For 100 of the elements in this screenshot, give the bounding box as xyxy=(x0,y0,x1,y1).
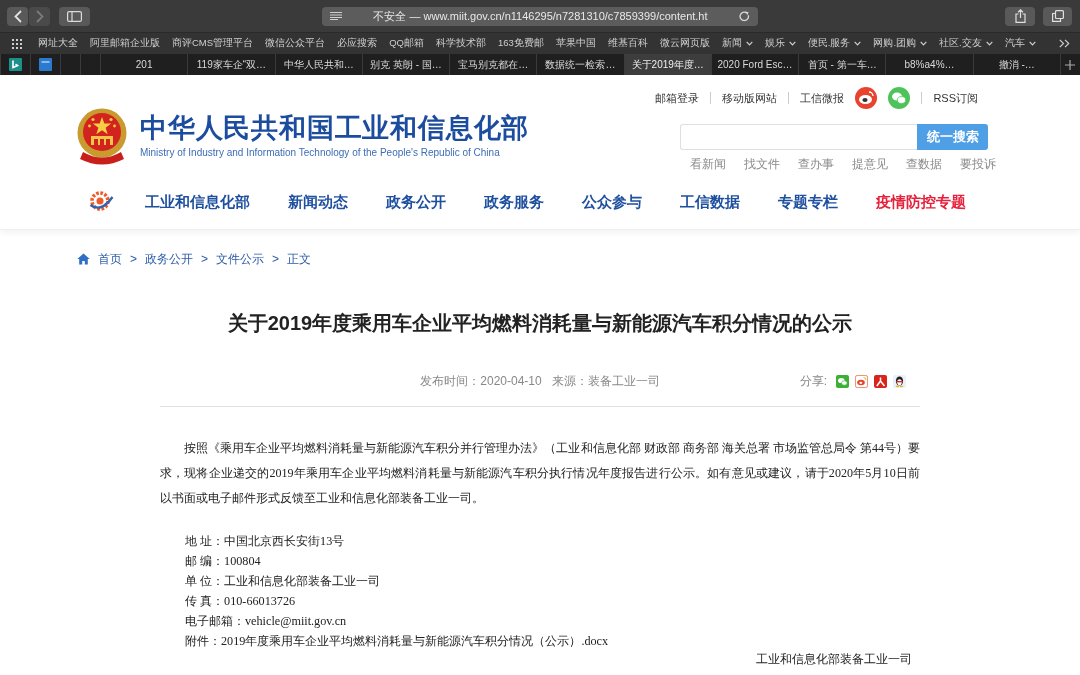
address-text: 不安全 — www.miit.gov.cn/n1146295/n7281310/c7859399/content.ht xyxy=(372,8,709,24)
contact-value: 工业和信息化部装备工业一司 xyxy=(224,574,381,588)
browser-tab[interactable]: b8%a4%… xyxy=(885,54,973,75)
stripe-tile-icon xyxy=(39,58,52,71)
site-title: 中华人民共和国工业和信息化部 xyxy=(140,112,530,144)
person-stroke-icon[interactable] xyxy=(874,374,887,388)
bookmark-link[interactable]: QQ邮箱 xyxy=(389,37,424,50)
nav-link[interactable]: 政务服务 xyxy=(484,192,544,212)
contact-label: 传 真： xyxy=(185,594,225,608)
bookmark-link[interactable]: 微云网页版 xyxy=(659,37,710,50)
sidebar-button[interactable] xyxy=(59,6,90,26)
browser-tab[interactable]: 119家车企“双… xyxy=(187,54,275,75)
browser-tab[interactable]: 首页 - 第一车… xyxy=(798,54,886,75)
apps-grid-icon[interactable] xyxy=(12,38,22,49)
quick-link[interactable]: 看新闻 xyxy=(690,156,726,173)
browser-tab[interactable]: 宝马别克都在… xyxy=(449,54,537,75)
bookmark-link[interactable]: 必应搜索 xyxy=(337,37,378,50)
quick-link[interactable]: 要投诉 xyxy=(960,156,996,173)
header-link[interactable]: 工信微报 xyxy=(788,92,845,104)
header-link[interactable]: RSS订阅 xyxy=(921,92,978,104)
chevron-down-icon xyxy=(920,41,928,46)
header-link[interactable]: 邮箱登录 xyxy=(655,92,700,104)
header-link[interactable]: 移动版网站 xyxy=(710,92,778,104)
quick-link[interactable]: 查数据 xyxy=(906,156,942,173)
nav-link[interactable]: 政务公开 xyxy=(386,192,446,212)
contact-value: 010-66013726 xyxy=(224,594,296,608)
home-icon[interactable] xyxy=(77,253,90,265)
breadcrumb-separator: > xyxy=(201,252,209,266)
nav-link[interactable]: 疫情防控专题 xyxy=(876,192,966,212)
browser-tab[interactable]: 中华人民共和… xyxy=(274,54,362,75)
browser-tab[interactable]: 2020 Ford Esc… xyxy=(710,54,799,75)
site-subtitle: Ministry of Industry and Information Technology of the People's Republic of China xyxy=(140,147,501,158)
back-icon xyxy=(13,9,22,23)
share-label: 分享: xyxy=(799,372,827,390)
microblog-icon[interactable] xyxy=(855,87,878,109)
penguin-icon[interactable] xyxy=(893,374,906,388)
microblog-icon[interactable] xyxy=(855,374,868,388)
breadcrumb-separator: > xyxy=(272,252,280,266)
bookmark-link[interactable]: 商评CMS管理平台 xyxy=(172,37,254,50)
bookmark-link[interactable]: 科学技术部 xyxy=(435,37,486,50)
publish-date: 发布时间：2020-04-10 xyxy=(420,372,542,390)
contact-label: 附件： xyxy=(185,634,221,648)
forward-icon xyxy=(35,9,44,23)
bookmark-folder[interactable]: 汽车 xyxy=(1004,37,1036,50)
quick-link[interactable]: 查办事 xyxy=(798,156,834,173)
nav-link[interactable]: 专题专栏 xyxy=(778,192,838,212)
chevron-down-icon xyxy=(985,41,993,46)
bookmark-link[interactable]: 维基百科 xyxy=(607,37,648,50)
bookmark-link[interactable]: 微信公众平台 xyxy=(265,37,326,50)
nav-link[interactable]: 新闻动态 xyxy=(288,192,348,212)
article-paragraph: 按照《乘用车企业平均燃料消耗量与新能源汽车积分并行管理办法》（工业和信息化部 财政部 商务部 海关总署 市场监管总局令 第44号）要求，现将企业递交的2019年乘用车企业平均燃料消耗量与新能源汽车积分执行情况年度报告进行公示。如有意见或建议，请于2020年5月10日前以书面或电子邮件形式反馈至工业和信息化部装备工业一司。 xyxy=(160,440,920,507)
contact-value: vehicle@miit.gov.cn xyxy=(245,614,347,628)
contact-label: 邮 编： xyxy=(185,554,225,568)
bookmark-link[interactable]: 网址大全 xyxy=(38,37,78,50)
contact-label: 电子邮箱： xyxy=(185,614,245,628)
browser-tab[interactable]: 撤消 -… xyxy=(972,54,1060,75)
contact-value: 2019年度乘用车企业平均燃料消耗量与新能源汽车积分情况（公示）.docx xyxy=(221,634,609,648)
bookmark-link[interactable]: 苹果中国 xyxy=(555,37,596,50)
bookmark-folder[interactable]: 网购.团购 xyxy=(873,37,928,50)
search-field[interactable] xyxy=(680,124,917,150)
contact-value: 中国北京西长安街13号 xyxy=(224,534,345,548)
breadcrumb-link[interactable]: 政务公开 xyxy=(145,250,193,268)
share-icon xyxy=(1014,9,1026,23)
contact-value: 100804 xyxy=(224,554,261,568)
double-chevron-icon[interactable] xyxy=(1059,39,1070,48)
breadcrumb-link[interactable]: 首页 xyxy=(98,250,122,268)
tabs-icon xyxy=(1051,10,1064,22)
bookmark-folder[interactable]: 便民.服务 xyxy=(807,37,862,50)
breadcrumb-link[interactable]: 正文 xyxy=(287,250,312,268)
nav-link[interactable]: 工信数据 xyxy=(680,192,740,212)
browser-tab[interactable]: 关于2019年度… xyxy=(623,54,711,75)
article-source: 来源：装备工业一司 xyxy=(551,372,660,390)
chevron-down-icon xyxy=(745,41,753,46)
back-button[interactable] xyxy=(7,6,28,26)
bookmark-folder[interactable]: 新闻 xyxy=(721,37,753,50)
chevron-down-icon xyxy=(854,41,862,46)
tab-overview-button[interactable] xyxy=(1043,6,1072,26)
breadcrumb-link[interactable]: 文件公示 xyxy=(216,250,265,268)
bookmark-folder[interactable]: 社区.交友 xyxy=(939,37,993,50)
article-title: 关于2019年度乘用车企业平均燃料消耗量与新能源汽车积分情况的公示 xyxy=(226,311,854,336)
emblem-icon xyxy=(76,108,128,166)
signature-text: 工业和信息化部装备工业一司 xyxy=(756,651,912,667)
share-button[interactable] xyxy=(1005,6,1035,26)
quick-link[interactable]: 提意见 xyxy=(852,156,888,173)
sidebar-icon xyxy=(67,10,82,22)
breadcrumb-separator: > xyxy=(130,252,137,266)
browser-tab[interactable]: 201 xyxy=(100,54,188,75)
bookmark-folder[interactable]: 娱乐 xyxy=(764,37,796,50)
nav-link[interactable]: 公众参与 xyxy=(582,192,642,212)
chevron-down-icon xyxy=(1028,41,1036,46)
address-bar[interactable]: 不安全 — www.miit.gov.cn/n1146295/n7281310/c7859399/content.ht xyxy=(322,6,758,26)
reload-icon[interactable] xyxy=(739,10,750,22)
chat-bubbles-icon[interactable] xyxy=(836,374,849,388)
browser-tab[interactable]: 数据统一检索… xyxy=(536,54,624,75)
reader-icon[interactable] xyxy=(330,12,342,20)
bookmark-link[interactable]: 163免费邮 xyxy=(497,37,544,50)
browser-tab[interactable]: 别克 英朗 - 国… xyxy=(361,54,450,75)
bookmark-link[interactable]: 阿里邮箱企业版 xyxy=(90,37,160,50)
quick-link[interactable]: 找文件 xyxy=(744,156,780,173)
nav-link[interactable]: 工业和信息化部 xyxy=(145,192,250,212)
